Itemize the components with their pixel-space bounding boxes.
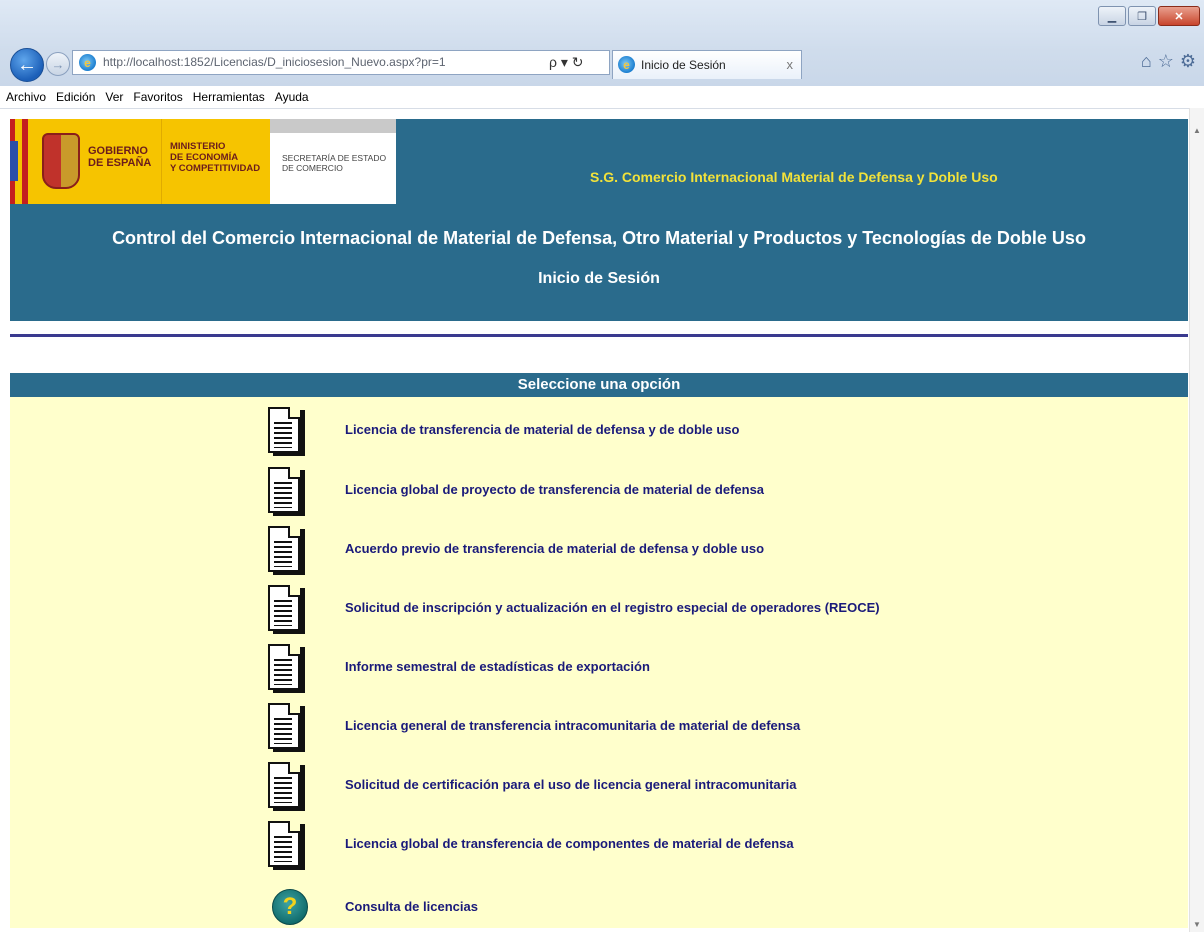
back-arrow-icon: ← [17, 53, 37, 76]
document-lines [274, 422, 292, 448]
document-icon[interactable] [268, 585, 300, 631]
secretaria-text: SECRETARÍA DE ESTADO DE COMERCIO [282, 153, 387, 173]
window-controls: ▁ ❐ ✕ [1098, 6, 1200, 26]
option-link[interactable]: Informe semestral de estadísticas de exp… [345, 659, 650, 674]
option-row: ? Consulta de licencias [10, 877, 1188, 935]
gear-icon[interactable]: ⚙ [1180, 51, 1196, 72]
option-row: Licencia global de proyecto de transfere… [10, 463, 1188, 521]
options-heading: Seleccione una opción [10, 373, 1188, 397]
logo-divider [161, 119, 162, 204]
page-title: Control del Comercio Internacional de Ma… [112, 228, 1086, 248]
secretaria-logo: SECRETARÍA DE ESTADO DE COMERCIO [270, 119, 396, 204]
document-icon[interactable] [268, 407, 300, 453]
tab-title: Inicio de Sesión [641, 58, 726, 72]
menu-item-4[interactable]: Herramientas [187, 90, 269, 104]
minimize-button[interactable]: ▁ [1098, 6, 1126, 26]
option-link[interactable]: Solicitud de inscripción y actualización… [345, 600, 880, 615]
coat-of-arms-icon [42, 133, 80, 189]
url-text[interactable]: http://localhost:1852/Licencias/D_inicio… [103, 55, 446, 69]
forward-arrow-icon: → [51, 56, 65, 72]
document-icon[interactable] [268, 703, 300, 749]
option-row: Acuerdo previo de transferencia de mater… [10, 522, 1188, 580]
maximize-button[interactable]: ❐ [1128, 6, 1156, 26]
ministerio-text: MINISTERIO DE ECONOMÍA Y COMPETITIVIDAD [170, 141, 261, 174]
option-row: Licencia global de transferencia de comp… [10, 817, 1188, 875]
tab-ie-icon: e [618, 56, 635, 73]
browser-titlebar: ▁ ❐ ✕ ← → e http://localhost:1852/Licenc… [0, 0, 1204, 86]
document-icon[interactable] [268, 644, 300, 690]
toolbar-icons: ⌂ ☆ ⚙ [1141, 51, 1196, 72]
option-row: Licencia de transferencia de material de… [10, 403, 1188, 461]
document-lines [274, 600, 292, 626]
scroll-down-icon[interactable]: ▼ [1190, 918, 1204, 932]
help-icon[interactable]: ? [272, 889, 308, 925]
option-link[interactable]: Acuerdo previo de transferencia de mater… [345, 541, 764, 556]
option-link[interactable]: Licencia global de transferencia de comp… [345, 836, 794, 851]
option-link[interactable]: Consulta de licencias [345, 899, 478, 914]
document-lines [274, 718, 292, 744]
option-row: Licencia general de transferencia intrac… [10, 699, 1188, 757]
document-icon[interactable] [268, 762, 300, 808]
option-link[interactable]: Solicitud de certificación para el uso d… [345, 777, 797, 792]
tab-inicio-sesion[interactable]: e Inicio de Sesión x [612, 50, 802, 79]
tab-close-icon[interactable]: x [787, 57, 794, 72]
gobierno-text: GOBIERNO DE ESPAÑA [88, 145, 152, 169]
document-icon[interactable] [268, 467, 300, 513]
back-button[interactable]: ← [10, 48, 44, 82]
option-row: Solicitud de certificación para el uso d… [10, 758, 1188, 816]
sg-title: S.G. Comercio Internacional Material de … [590, 169, 998, 185]
eu-flag-strip [10, 141, 18, 181]
menu-item-2[interactable]: Ver [99, 90, 127, 104]
gobierno-logo: GOBIERNO DE ESPAÑA MINISTERIO DE ECONOMÍ… [28, 119, 278, 204]
forward-button[interactable]: → [46, 52, 70, 76]
option-row: Informe semestral de estadísticas de exp… [10, 640, 1188, 698]
options-panel: Seleccione una opción Licencia de transf… [10, 373, 1188, 928]
menu-bar: Archivo Edición Ver Favoritos Herramientas Ay… [0, 86, 1204, 109]
favorites-star-icon[interactable]: ☆ [1158, 51, 1174, 72]
menu-item-0[interactable]: Archivo [0, 90, 50, 104]
document-lines [274, 541, 292, 567]
document-lines [274, 659, 292, 685]
ie-page-icon: e [79, 54, 96, 71]
menu-item-3[interactable]: Favoritos [127, 90, 186, 104]
document-lines [274, 836, 292, 862]
menu-item-1[interactable]: Edición [50, 90, 99, 104]
home-icon[interactable]: ⌂ [1141, 51, 1152, 72]
close-window-button[interactable]: ✕ [1158, 6, 1200, 26]
page-header: GOBIERNO DE ESPAÑA MINISTERIO DE ECONOMÍ… [10, 119, 1188, 321]
vertical-scrollbar[interactable]: ▲ ▼ [1189, 108, 1204, 932]
document-lines [274, 482, 292, 508]
option-row: Solicitud de inscripción y actualización… [10, 581, 1188, 639]
header-divider [10, 334, 1188, 337]
option-link[interactable]: Licencia global de proyecto de transfere… [345, 482, 764, 497]
search-refresh-icons[interactable]: ρ ▾ ↻ [549, 54, 584, 71]
document-lines [274, 777, 292, 803]
document-icon[interactable] [268, 821, 300, 867]
page-subtitle: Inicio de Sesión [538, 270, 660, 287]
option-link[interactable]: Licencia de transferencia de material de… [345, 422, 739, 437]
menu-item-5[interactable]: Ayuda [269, 90, 313, 104]
address-bar[interactable]: e http://localhost:1852/Licencias/D_inic… [72, 50, 610, 75]
option-link[interactable]: Licencia general de transferencia intrac… [345, 718, 800, 733]
document-icon[interactable] [268, 526, 300, 572]
scroll-up-icon[interactable]: ▲ [1190, 124, 1204, 138]
